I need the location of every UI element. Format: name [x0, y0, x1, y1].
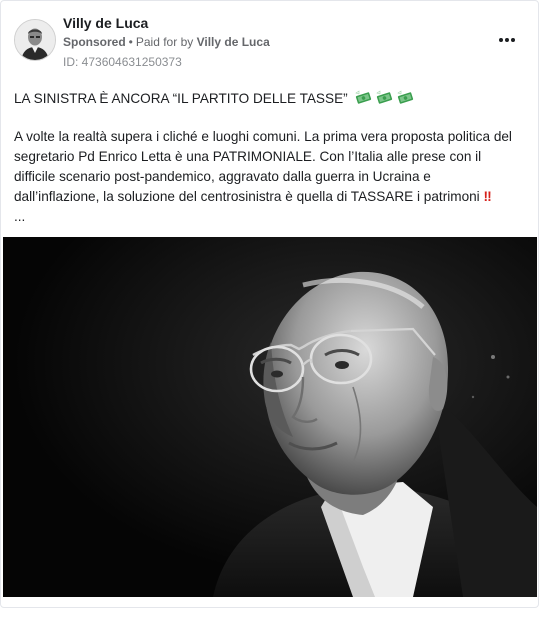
headline: LA SINISTRA È ANCORA “IL PARTITO DELLE T…: [14, 89, 529, 109]
more-horizontal-icon: [499, 38, 503, 42]
author-name[interactable]: Villy de Luca: [63, 15, 148, 31]
payer-name[interactable]: Villy de Luca: [197, 35, 270, 49]
double-exclamation-icon: ‼: [483, 189, 492, 204]
sponsored-label: Sponsored: [63, 35, 126, 49]
ad-id: ID: 473604631250373: [63, 55, 182, 69]
post-header: Villy de Luca Sponsored • Paid for by Vill…: [11, 11, 531, 71]
avatar-image: [15, 20, 55, 60]
money-with-wings-icon: [355, 90, 372, 104]
avatar[interactable]: [14, 19, 56, 61]
paragraph-line: A volte la realtà supera i cliché e luog…: [14, 129, 512, 144]
more-options-button[interactable]: [495, 31, 519, 49]
see-more-ellipsis[interactable]: ...: [14, 207, 529, 227]
post-paragraph: A volte la realtà supera i cliché e luog…: [14, 127, 529, 227]
paragraph-line: segretario Pd Enrico Letta è una PATRIMO…: [14, 149, 482, 164]
more-dot-3: [511, 38, 515, 42]
separator-dot: •: [128, 35, 133, 49]
portrait-photo: [3, 237, 537, 597]
paid-for-prefix: Paid for by: [135, 35, 194, 49]
more-dot-2: [505, 38, 509, 42]
paragraph-line: dall’inflazione, la soluzione del centro…: [14, 189, 480, 204]
paragraph-line-last: dall’inflazione, la soluzione del centro…: [14, 187, 529, 207]
post-image[interactable]: [3, 237, 537, 597]
sponsorship-line: Sponsored • Paid for by Villy de Luca: [63, 35, 270, 49]
headline-text: LA SINISTRA È ANCORA “IL PARTITO DELLE T…: [14, 91, 348, 106]
ad-card: Villy de Luca Sponsored • Paid for by Vill…: [0, 0, 539, 608]
money-with-wings-icon: [376, 90, 393, 104]
money-with-wings-icon: [397, 90, 414, 104]
post-text: LA SINISTRA È ANCORA “IL PARTITO DELLE T…: [14, 89, 529, 227]
paragraph-line: difficile scenario post-pandemico, aggra…: [14, 169, 431, 184]
